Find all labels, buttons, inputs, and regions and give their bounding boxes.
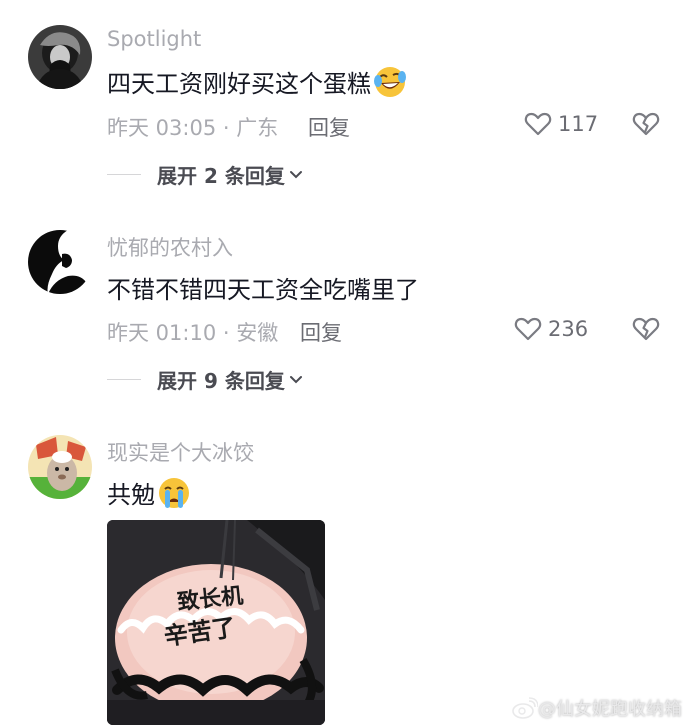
avatar[interactable]: [28, 435, 92, 499]
comment-text-body: 四天工资刚好买这个蛋糕: [107, 70, 371, 98]
expand-replies-label: 展开 2 条回复: [157, 164, 285, 188]
dislike-button[interactable]: [632, 315, 660, 347]
avatar-image-silhouette: [28, 230, 92, 294]
reply-button[interactable]: 回复: [300, 317, 342, 347]
laughing-tears-emoji-icon: [373, 65, 407, 99]
like-count: 236: [548, 317, 589, 341]
comment-text: 不错不错四天工资全吃嘴里了: [107, 270, 419, 305]
like-button[interactable]: 236: [514, 315, 588, 343]
heart-outline-icon: [514, 317, 542, 341]
like-button[interactable]: 117: [524, 110, 598, 138]
broken-heart-icon: [632, 317, 660, 341]
username[interactable]: 忧郁的农村入: [107, 232, 233, 262]
comment-text: 四天工资刚好买这个蛋糕: [107, 64, 407, 99]
chevron-down-icon: [289, 170, 302, 178]
comment-text: 共勉: [107, 475, 191, 510]
heart-outline-icon: [524, 112, 552, 136]
crying-emoji-icon: [157, 476, 191, 510]
comment-image-cake[interactable]: 致长机 辛苦了: [107, 520, 325, 725]
avatar[interactable]: [28, 230, 92, 294]
username[interactable]: Spotlight: [107, 27, 201, 51]
cake-photo: 致长机 辛苦了: [107, 520, 325, 725]
like-count: 117: [558, 112, 599, 136]
avatar[interactable]: [28, 25, 92, 89]
expand-replies-label: 展开 9 条回复: [157, 369, 285, 393]
comment-text-body: 共勉: [107, 481, 155, 509]
chevron-down-icon: [289, 375, 302, 383]
broken-heart-icon: [632, 112, 660, 136]
reply-button[interactable]: 回复: [308, 112, 350, 142]
weibo-icon: [512, 697, 538, 719]
comment-timestamp-location: 昨天 03:05 · 广东: [107, 116, 279, 140]
expand-replies-button[interactable]: 展开 9 条回复: [107, 365, 303, 394]
dislike-button[interactable]: [632, 110, 660, 142]
expand-divider: [107, 379, 141, 380]
avatar-image-spotlight: [28, 25, 92, 89]
comment-timestamp-location: 昨天 01:10 · 安徽: [107, 321, 279, 345]
username[interactable]: 现实是个大冰饺: [107, 437, 254, 467]
expand-replies-button[interactable]: 展开 2 条回复: [107, 160, 303, 189]
avatar-image-cartoon: [28, 435, 92, 499]
comment-text-body: 不错不错四天工资全吃嘴里了: [107, 276, 419, 304]
expand-divider: [107, 174, 141, 175]
weibo-watermark: @仙女妮跑收纳箱: [512, 695, 682, 721]
watermark-text: @仙女妮跑收纳箱: [538, 699, 682, 720]
